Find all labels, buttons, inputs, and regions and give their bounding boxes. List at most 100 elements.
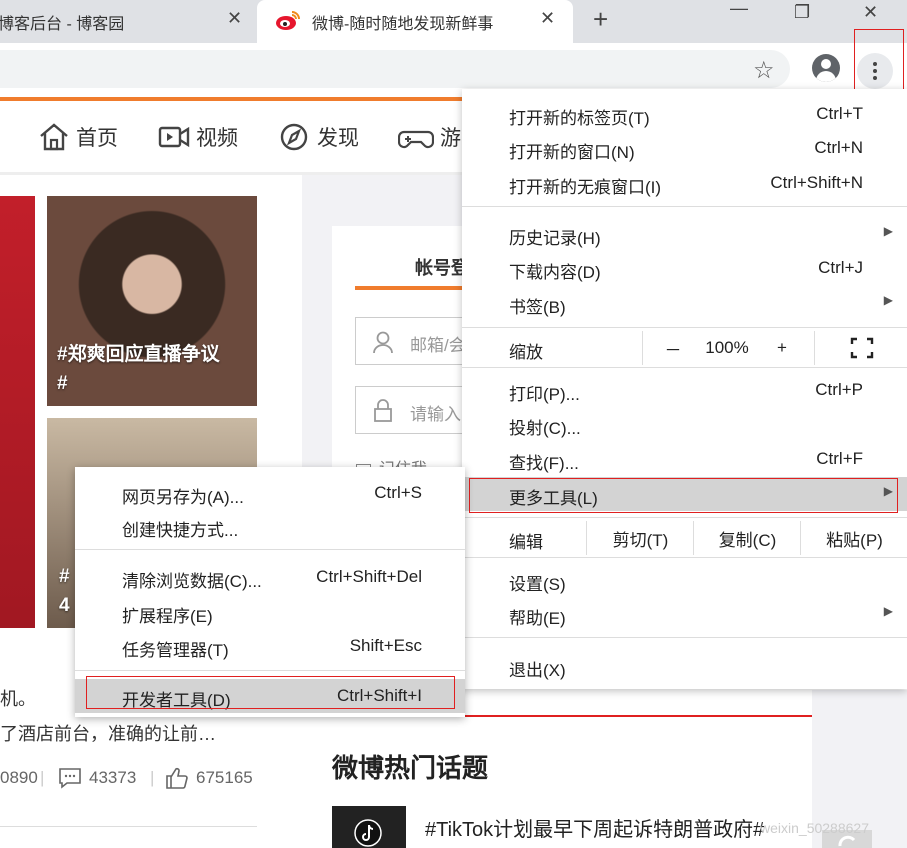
submenu-item-task-manager[interactable]: 任务管理器(T) Shift+Esc: [75, 629, 465, 663]
submenu-item-save-page[interactable]: 网页另存为(A)... Ctrl+S: [75, 476, 465, 510]
menu-item-downloads[interactable]: 下载内容(D) Ctrl+J: [462, 251, 907, 285]
email-placeholder: 邮箱/会: [410, 336, 466, 355]
menu-item-new-tab[interactable]: 打开新的标签页(T) Ctrl+T: [462, 97, 907, 131]
menu-separator: [462, 327, 907, 328]
compass-icon: [280, 123, 308, 151]
profile-avatar-icon[interactable]: [812, 54, 840, 82]
card-caption: #: [59, 566, 70, 587]
menu-item-find[interactable]: 查找(F)... Ctrl+F: [462, 442, 907, 476]
zoom-out-button[interactable]: －: [642, 331, 703, 365]
address-bar[interactable]: [0, 50, 790, 88]
thumbs-up-icon[interactable]: [165, 766, 189, 790]
menu-item-history[interactable]: 历史记录(H) ▶: [462, 217, 907, 251]
tab-weibo[interactable]: 微博-随时随地发现新鲜事 ✕: [257, 0, 573, 43]
copy-button[interactable]: 复制(C): [693, 521, 801, 555]
new-tab-button[interactable]: +: [593, 4, 608, 35]
post-text[interactable]: 了酒店前台，准确的让前…: [0, 720, 216, 746]
password-field[interactable]: 请输入: [355, 386, 475, 434]
menu-item-new-window[interactable]: 打开新的窗口(N) Ctrl+N: [462, 131, 907, 165]
nav-label: 视频: [196, 127, 238, 150]
menu-item-label: 任务管理器(T): [122, 641, 229, 660]
submenu-item-clear-data[interactable]: 清除浏览数据(C)... Ctrl+Shift+Del: [75, 560, 465, 594]
menu-separator: [75, 670, 465, 671]
nav-item-video[interactable]: 视频: [158, 118, 238, 156]
user-icon: [373, 331, 393, 354]
highlight-box: [469, 478, 898, 513]
menu-item-label: 打开新的窗口(N): [509, 143, 635, 162]
comment-icon[interactable]: [58, 767, 82, 789]
menu-item-shortcut: Ctrl+N: [814, 138, 863, 157]
submenu-item-create-shortcut[interactable]: 创建快捷方式...: [75, 509, 465, 543]
paste-button[interactable]: 粘贴(P): [800, 521, 907, 555]
minimize-button[interactable]: —: [730, 0, 748, 19]
cut-button[interactable]: 剪切(T): [586, 521, 694, 555]
menu-item-label: 书签(B): [509, 298, 566, 317]
menu-separator: [462, 367, 907, 368]
post-text: 机。: [0, 689, 36, 709]
nav-item-home[interactable]: 首页: [38, 118, 118, 156]
menu-item-label: 扩展程序(E): [122, 607, 213, 626]
menu-item-help[interactable]: 帮助(E) ▶: [462, 597, 907, 631]
tiktok-thumbnail[interactable]: [332, 806, 406, 848]
menu-item-label: 打开新的无痕窗口(I): [509, 178, 662, 197]
tiktok-logo-icon: [354, 819, 382, 847]
menu-item-shortcut: Ctrl+S: [374, 483, 422, 502]
card-caption: #郑爽回应直播争议: [57, 344, 220, 365]
menu-item-incognito[interactable]: 打开新的无痕窗口(I) Ctrl+Shift+N: [462, 166, 907, 200]
nav-item-game[interactable]: 游: [398, 118, 461, 156]
nav-label: 首页: [76, 127, 118, 150]
email-field[interactable]: 邮箱/会: [355, 317, 475, 365]
home-icon: [40, 123, 68, 151]
login-tab-account[interactable]: 帐号登: [415, 254, 469, 280]
card-caption: 4: [59, 595, 70, 616]
like-count[interactable]: 675165: [196, 768, 253, 788]
menu-item-label: 网页另存为(A)...: [122, 488, 244, 507]
weibo-logo-icon: [276, 11, 300, 30]
nav-item-discover[interactable]: 发现: [279, 118, 359, 156]
hot-topics-title: 微博热门话题: [332, 753, 489, 783]
lock-icon: [374, 399, 392, 422]
menu-item-shortcut: Ctrl+Shift+N: [770, 173, 863, 192]
stats-divider: |: [150, 768, 155, 787]
nav-top-accent: [0, 97, 462, 101]
close-icon[interactable]: ✕: [227, 8, 242, 29]
menu-separator: [462, 517, 907, 518]
chevron-right-icon: ▶: [883, 224, 893, 238]
menu-item-bookmarks[interactable]: 书签(B) ▶: [462, 286, 907, 320]
menu-row-edit: 编辑 剪切(T) 复制(C) 粘贴(P): [462, 521, 907, 555]
zoom-value: 100%: [705, 338, 749, 357]
hot-topic-item[interactable]: #TikTok计划最早下周起诉特朗普政府#: [425, 813, 764, 842]
watermark: weixin_50288627: [760, 820, 869, 836]
bookmark-star-icon[interactable]: ☆: [753, 56, 775, 85]
edit-label: 编辑: [509, 533, 543, 552]
window-close-button[interactable]: ✕: [863, 2, 878, 23]
submenu-item-extensions[interactable]: 扩展程序(E): [75, 595, 465, 629]
menu-item-label: 历史记录(H): [509, 229, 601, 248]
feed-card-image[interactable]: [0, 196, 35, 628]
fullscreen-icon: [850, 337, 873, 359]
menu-item-cast[interactable]: 投射(C)...: [462, 407, 907, 441]
restore-button[interactable]: ❐: [794, 2, 810, 23]
menu-item-label: 打开新的标签页(T): [509, 109, 650, 128]
highlight-box: [86, 676, 455, 709]
feed-card-image[interactable]: #郑爽回应直播争议 #: [47, 196, 257, 406]
close-icon[interactable]: ✕: [540, 8, 555, 29]
zoom-in-button[interactable]: +: [757, 331, 807, 365]
menu-item-label: 帮助(E): [509, 609, 566, 628]
repost-count[interactable]: 0890: [0, 768, 38, 788]
tab-title: 微博-随时随地发现新鲜事: [312, 16, 494, 33]
menu-item-exit[interactable]: 退出(X): [462, 649, 907, 683]
chevron-right-icon: ▶: [883, 604, 893, 618]
tab-blog-admin[interactable]: 博客后台 - 博客园 ✕: [0, 0, 257, 43]
menu-item-settings[interactable]: 设置(S): [462, 563, 907, 597]
comment-count[interactable]: 43373: [89, 768, 136, 788]
menu-item-label: 查找(F)...: [509, 454, 579, 473]
menu-item-label: 打印(P)...: [509, 385, 580, 404]
menu-item-print[interactable]: 打印(P)... Ctrl+P: [462, 373, 907, 407]
menu-separator: [462, 206, 907, 207]
menu-item-shortcut: Shift+Esc: [349, 636, 422, 655]
nav-label: 发现: [317, 127, 359, 150]
menu-item-label: 退出(X): [509, 661, 566, 680]
menu-item-shortcut: Ctrl+F: [816, 449, 863, 468]
fullscreen-button[interactable]: [814, 331, 907, 365]
